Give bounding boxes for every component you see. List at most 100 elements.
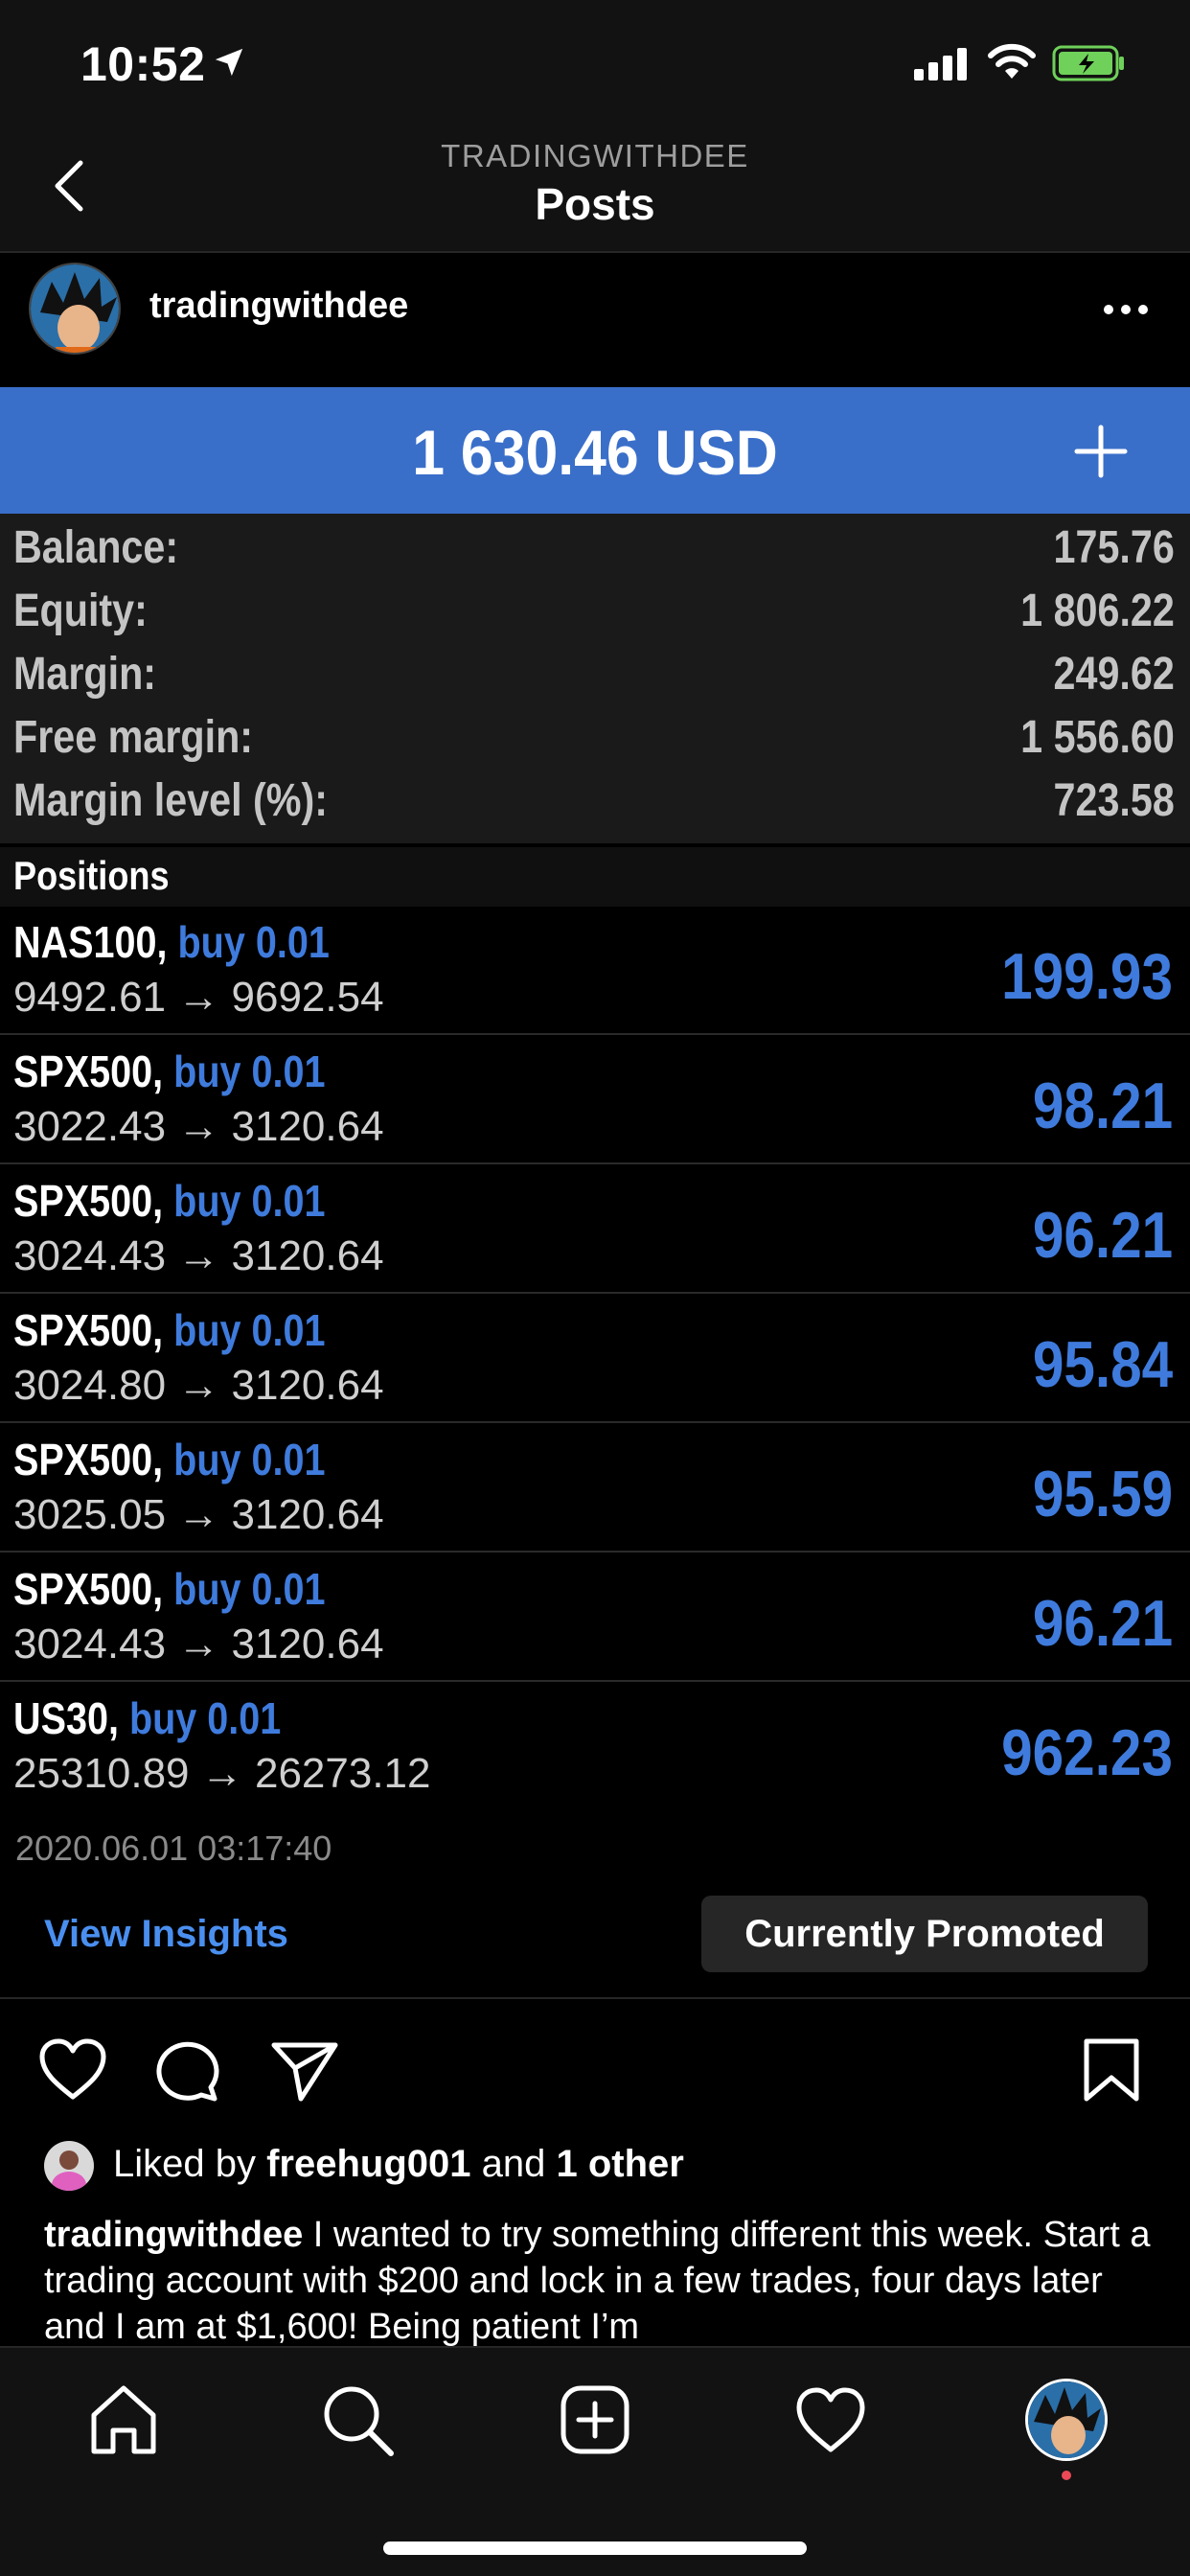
summary-row-free-margin: Free margin: 1 556.60 — [0, 703, 1190, 767]
summary-value: 1 806.22 — [1020, 586, 1175, 636]
caption-username[interactable]: tradingwithdee — [44, 2215, 303, 2255]
add-post-icon[interactable] — [556, 2380, 634, 2459]
liker-avatar[interactable] — [44, 2141, 94, 2191]
bottom-tab-bar — [0, 2346, 1190, 2576]
home-indicator[interactable] — [383, 2542, 807, 2555]
summary-value: 249.62 — [1053, 649, 1175, 700]
position-symbol: NAS100, buy 0.01 — [13, 916, 330, 968]
position-profit: 95.84 — [1032, 1328, 1173, 1401]
summary-label: Balance: — [13, 522, 179, 573]
currently-promoted-button[interactable]: Currently Promoted — [701, 1896, 1148, 1972]
position-symbol-text: SPX500, — [13, 1305, 164, 1355]
position-symbol-text: SPX500, — [13, 1435, 164, 1484]
heart-icon[interactable] — [36, 2036, 109, 2104]
comment-icon[interactable] — [151, 2036, 224, 2104]
position-prices: 3024.80 → 3120.64 — [13, 1362, 384, 1409]
position-profit: 96.21 — [1032, 1199, 1173, 1272]
likes-middle: and — [470, 2143, 557, 2185]
position-side: buy 0.01 — [173, 1435, 326, 1484]
position-prices: 3025.05 → 3120.64 — [13, 1491, 384, 1538]
summary-row-balance: Balance: 175.76 — [0, 514, 1190, 577]
position-symbol-text: NAS100, — [13, 917, 168, 967]
position-profit: 199.93 — [1001, 940, 1173, 1013]
position-profit: 95.59 — [1032, 1458, 1173, 1530]
post-actions — [0, 2022, 1190, 2118]
notification-dot — [1062, 2471, 1071, 2480]
plus-icon — [1074, 425, 1128, 478]
position-side: buy 0.01 — [128, 1693, 282, 1743]
account-total-bar: 1 630.46 USD — [0, 387, 1190, 514]
activity-heart-icon[interactable] — [791, 2380, 870, 2459]
likes-text[interactable]: Liked by freehug001 and 1 other — [113, 2143, 684, 2186]
positions-label: Positions — [13, 853, 170, 898]
position-prices: 3024.43 → 3120.64 — [13, 1232, 384, 1279]
positions-header: Positions — [0, 847, 1190, 907]
position-symbol-text: SPX500, — [13, 1564, 164, 1614]
home-icon[interactable] — [84, 2380, 163, 2459]
account-summary: Balance: 175.76 Equity: 1 806.22 Margin:… — [0, 514, 1190, 843]
summary-value: 175.76 — [1053, 522, 1175, 573]
position-symbol: US30, buy 0.01 — [13, 1692, 281, 1744]
status-bar: 10:52 — [0, 0, 1190, 134]
post-username[interactable]: tradingwithdee — [149, 286, 408, 327]
signal-icon — [914, 48, 967, 80]
position-symbol: SPX500, buy 0.01 — [13, 1046, 325, 1097]
nav-header: TRADINGWITHDEE Posts — [0, 134, 1190, 253]
position-side: buy 0.01 — [173, 1564, 326, 1614]
position-side: buy 0.01 — [177, 917, 330, 967]
summary-value: 723.58 — [1053, 775, 1175, 826]
wifi-icon — [988, 43, 1036, 79]
summary-row-margin-level: Margin level (%): 723.58 — [0, 767, 1190, 830]
more-icon[interactable] — [1102, 303, 1150, 316]
position-symbol-text: SPX500, — [13, 1176, 164, 1226]
bookmark-icon[interactable] — [1079, 2036, 1144, 2104]
position-row: SPX500, buy 0.01 3024.43 → 3120.64 96.21 — [0, 1165, 1190, 1294]
likes-user[interactable]: freehug001 — [266, 2143, 470, 2185]
summary-label: Margin level (%): — [13, 775, 329, 826]
position-side: buy 0.01 — [173, 1176, 326, 1226]
position-side: buy 0.01 — [173, 1046, 326, 1096]
position-symbol: SPX500, buy 0.01 — [13, 1434, 325, 1485]
summary-value: 1 556.60 — [1020, 712, 1175, 763]
insights-row: View Insights Currently Promoted — [0, 1888, 1190, 1999]
position-symbol-text: US30, — [13, 1693, 119, 1743]
position-profit: 962.23 — [1001, 1716, 1173, 1789]
summary-label: Equity: — [13, 586, 148, 636]
avatar[interactable] — [29, 263, 121, 355]
position-row: SPX500, buy 0.01 3024.43 → 3120.64 96.21 — [0, 1553, 1190, 1682]
page-title: Posts — [535, 179, 655, 229]
summary-label: Margin: — [13, 649, 157, 700]
position-prices: 25310.89 → 26273.12 — [13, 1750, 431, 1797]
likes-row: Liked by freehug001 and 1 other — [0, 2133, 1190, 2200]
post-caption: tradingwithdee I wanted to try something… — [44, 2212, 1156, 2346]
nav-subtitle: TRADINGWITHDEE — [441, 138, 749, 173]
position-prices: 3022.43 → 3120.64 — [13, 1103, 384, 1150]
battery-icon — [1052, 45, 1124, 81]
account-timestamp: 2020.06.01 03:17:40 — [15, 1828, 332, 1868]
summary-row-equity: Equity: 1 806.22 — [0, 577, 1190, 640]
view-insights-link[interactable]: View Insights — [44, 1913, 288, 1956]
position-row: SPX500, buy 0.01 3025.05 → 3120.64 95.59 — [0, 1424, 1190, 1552]
share-icon[interactable] — [268, 2036, 341, 2104]
position-profit: 96.21 — [1032, 1587, 1173, 1660]
position-side: buy 0.01 — [173, 1305, 326, 1355]
position-row: SPX500, buy 0.01 3022.43 → 3120.64 98.21 — [0, 1036, 1190, 1164]
position-symbol-text: SPX500, — [13, 1046, 164, 1096]
position-profit: 98.21 — [1032, 1070, 1173, 1142]
position-prices: 9492.61 → 9692.54 — [13, 974, 384, 1021]
status-time: 10:52 — [80, 37, 206, 91]
position-symbol: SPX500, buy 0.01 — [13, 1175, 325, 1227]
post-header: tradingwithdee — [0, 255, 1190, 385]
summary-label: Free margin: — [13, 712, 254, 763]
position-row: NAS100, buy 0.01 9492.61 → 9692.54 199.9… — [0, 907, 1190, 1035]
search-icon[interactable] — [318, 2380, 397, 2459]
summary-row-margin: Margin: 249.62 — [0, 640, 1190, 703]
location-arrow-icon — [215, 48, 243, 77]
position-row: SPX500, buy 0.01 3024.80 → 3120.64 95.84 — [0, 1295, 1190, 1423]
account-total: 1 630.46 USD — [412, 417, 778, 488]
profile-tab-avatar[interactable] — [1025, 2379, 1108, 2461]
position-symbol: SPX500, buy 0.01 — [13, 1304, 325, 1356]
likes-others[interactable]: 1 other — [557, 2143, 684, 2185]
position-row: US30, buy 0.01 25310.89 → 26273.12 962.2… — [0, 1683, 1190, 1811]
position-symbol: SPX500, buy 0.01 — [13, 1563, 325, 1615]
